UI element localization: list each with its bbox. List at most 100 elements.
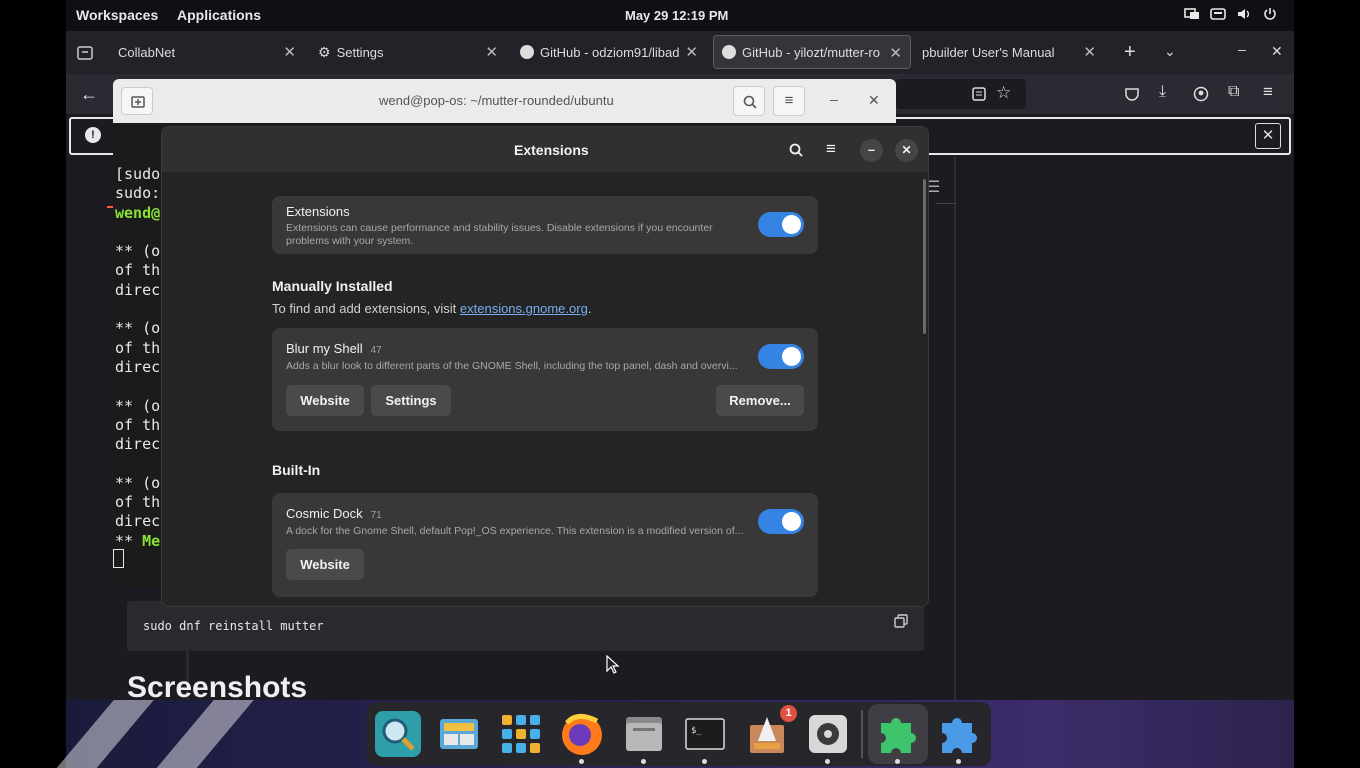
terminal-line: direc (115, 357, 161, 376)
tab-settings[interactable]: ⚙ Settings ✕ (310, 35, 506, 69)
minimize-button[interactable]: – (830, 91, 838, 107)
extensions-title: Extensions (514, 142, 589, 158)
running-indicator (579, 759, 584, 764)
running-indicator (641, 759, 646, 764)
firefox-icon[interactable] (559, 711, 605, 757)
running-indicator (895, 759, 900, 764)
pocket-icon[interactable] (1124, 86, 1140, 102)
close-window-button[interactable]: ✕ (1271, 43, 1283, 60)
display-icon[interactable] (1184, 6, 1200, 22)
extension-manager-icon[interactable] (936, 711, 982, 757)
extensions-puzzle-icon[interactable]: ⧉ (1228, 83, 1239, 101)
settings-button[interactable]: Settings (371, 385, 451, 416)
files-icon[interactable] (621, 711, 667, 757)
terminal-line: of th (115, 415, 161, 434)
chevron-down-icon[interactable]: ⌄ (1164, 43, 1176, 60)
extensions-master-toggle[interactable] (758, 212, 804, 237)
terminal-line: direc (115, 280, 161, 299)
github-icon (520, 45, 534, 59)
close-window-button[interactable]: ✕ (868, 92, 880, 109)
extension-version: 71 (370, 510, 382, 521)
close-icon[interactable]: ✕ (685, 43, 698, 61)
search-app-icon[interactable] (375, 711, 421, 757)
close-notice-button[interactable]: ✕ (1255, 123, 1281, 149)
close-icon[interactable]: ✕ (1083, 43, 1096, 61)
mouse-pointer-icon (606, 655, 620, 674)
minimize-button[interactable]: – (860, 139, 883, 162)
back-arrow-icon[interactable]: ← (80, 84, 98, 105)
extension-title: Cosmic Dock 71 (286, 506, 382, 521)
website-button[interactable]: Website (286, 385, 364, 416)
clock[interactable]: May 29 12:19 PM (625, 8, 728, 23)
terminal-line: sudo: (115, 184, 161, 203)
terminal-line: wend@ (115, 203, 161, 222)
system-tray[interactable] (1184, 6, 1278, 22)
close-window-button[interactable]: ✕ (895, 139, 918, 162)
workspaces-button[interactable]: Workspaces (76, 7, 158, 23)
new-tab-icon[interactable] (121, 87, 153, 115)
extension-description: Adds a blur look to different parts of t… (286, 360, 738, 372)
hamburger-menu-icon[interactable]: ≡ (1263, 82, 1273, 102)
wallpaper-stripe (138, 700, 254, 768)
extensions-window: Extensions ≡ – ✕ Extensions Extensions c… (161, 126, 929, 607)
notification-badge: 1 (780, 705, 797, 722)
find-extensions-hint: To find and add extensions, visit extens… (272, 301, 592, 316)
built-in-heading: Built-In (272, 462, 321, 478)
tab-strip: CollabNet ✕ ⚙ Settings ✕ GitHub - odziom… (66, 31, 1294, 74)
app-grid-icon[interactable] (498, 711, 544, 757)
workspaces-app-icon[interactable] (436, 711, 482, 757)
master-description: Extensions can cause performance and sta… (286, 222, 713, 247)
close-icon[interactable]: ✕ (889, 44, 902, 62)
extension-title: Blur my Shell 47 (286, 341, 382, 356)
tab-overview-icon[interactable] (76, 44, 94, 62)
remove-button[interactable]: Remove... (716, 385, 804, 416)
applications-button[interactable]: Applications (177, 7, 261, 23)
tab-github-mutter-rounded[interactable]: GitHub - yilozt/mutter-ro ✕ (713, 35, 911, 69)
tab-github-libadwaita[interactable]: GitHub - odziom91/libad ✕ (512, 35, 706, 69)
minimize-button[interactable]: – (1238, 41, 1246, 57)
keyboard-icon[interactable] (1210, 6, 1226, 22)
running-indicator (702, 759, 707, 764)
close-icon[interactable]: ✕ (485, 43, 498, 61)
terminal-app-icon[interactable]: $_ (682, 711, 728, 757)
extension-description: A dock for the Gnome Shell, default Pop!… (286, 525, 744, 537)
extension-version: 47 (370, 345, 382, 356)
manually-installed-heading: Manually Installed (272, 278, 393, 294)
search-icon[interactable] (788, 142, 804, 158)
extensions-app-icon[interactable] (875, 711, 921, 757)
settings-app-icon[interactable] (805, 711, 851, 757)
account-icon[interactable] (1193, 86, 1209, 102)
hamburger-menu-icon[interactable]: ≡ (773, 86, 805, 116)
search-icon (743, 95, 757, 109)
tab-collabnet[interactable]: CollabNet ✕ (110, 35, 304, 69)
reader-view-icon[interactable] (971, 86, 987, 102)
hamburger-menu-icon[interactable]: ≡ (826, 139, 836, 159)
blur-my-shell-toggle[interactable] (758, 344, 804, 369)
website-button[interactable]: Website (286, 549, 364, 580)
close-icon[interactable]: ✕ (283, 43, 296, 61)
extensions-gnome-link[interactable]: extensions.gnome.org (460, 301, 588, 316)
search-button[interactable] (733, 86, 765, 116)
terminal-cursor (113, 549, 124, 568)
column-divider (954, 157, 956, 700)
info-icon: ! (85, 127, 101, 143)
downloads-icon[interactable]: ⤓ (1159, 83, 1166, 101)
desktop: Workspaces Applications May 29 12:19 PM … (0, 0, 1360, 768)
volume-icon[interactable] (1236, 6, 1252, 22)
terminal-output: [sudo sudo: wend@ ** (o of th direc ** (o of … (115, 165, 160, 551)
power-icon[interactable] (1262, 6, 1278, 22)
tab-pbuilder-manual[interactable]: pbuilder User's Manual ✕ (914, 35, 1104, 69)
bookmark-star-icon[interactable]: ☆ (996, 83, 1011, 103)
copy-icon[interactable] (893, 613, 909, 629)
scrollbar[interactable] (923, 179, 926, 334)
gear-icon: ⚙ (318, 43, 331, 60)
terminal-line: of th (115, 338, 161, 357)
terminal-line: of th (115, 261, 161, 280)
cosmic-dock-toggle[interactable] (758, 509, 804, 534)
new-tab-button[interactable]: + (1124, 41, 1136, 64)
terminal-line: ** (o (115, 396, 161, 415)
